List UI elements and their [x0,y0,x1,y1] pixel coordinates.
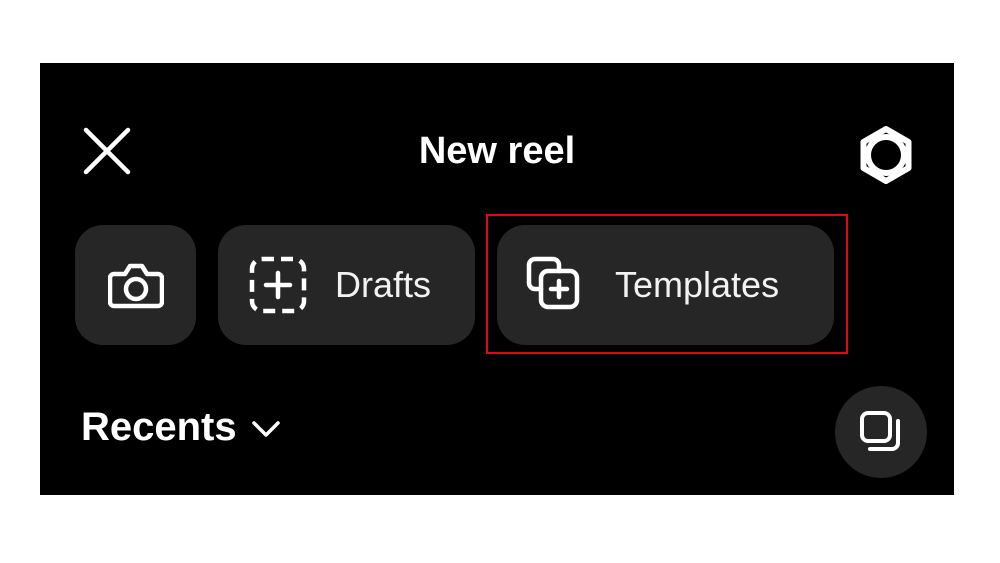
multi-select-button[interactable] [835,386,927,478]
multi-select-icon [860,411,900,451]
recents-dropdown[interactable]: Recents [81,403,281,451]
drafts-label: Drafts [335,264,432,305]
templates-highlight-box [486,214,848,354]
camera-icon [107,263,164,309]
recents-label: Recents [81,405,237,449]
camera-button[interactable] [75,225,196,345]
add-dashed-square-icon [249,256,307,314]
settings-button[interactable] [856,125,916,185]
drafts-button[interactable]: Drafts [218,225,475,345]
settings-gear-icon [860,126,912,184]
new-reel-panel: New reel Drafts Templates Recents [40,63,954,495]
chevron-down-icon [251,420,281,438]
page-title: New reel [418,130,576,172]
